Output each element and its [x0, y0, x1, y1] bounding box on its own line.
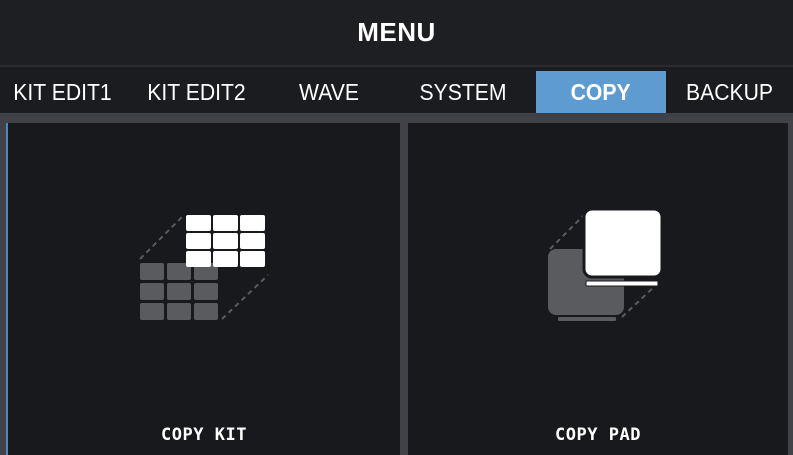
copy-kit-label: COPY KIT [161, 425, 247, 445]
tab-label: KIT EDIT1 [13, 78, 112, 105]
tab-label: KIT EDIT2 [147, 78, 246, 105]
tab-backup[interactable]: BACKUP [671, 71, 788, 113]
copy-pad-button[interactable]: COPY PAD [408, 123, 788, 455]
tab-system[interactable]: SYSTEM [396, 71, 530, 113]
tab-wave[interactable]: WAVE [273, 71, 385, 113]
tab-label: WAVE [299, 78, 359, 105]
page-title: MENU [357, 17, 436, 47]
tab-label: SYSTEM [419, 78, 507, 105]
title-bar: MENU [0, 0, 793, 67]
copy-pad-icon [548, 207, 664, 321]
panel-area: COPY KIT COPY PAD [0, 117, 793, 455]
copy-pad-label: COPY PAD [555, 425, 641, 445]
tab-kit-edit2[interactable]: KIT EDIT2 [131, 71, 263, 113]
tab-label: BACKUP [685, 78, 774, 105]
tab-bar: KIT EDIT1 KIT EDIT2 WAVE SYSTEM COPY BAC… [0, 69, 793, 113]
menu-screen: MENU KIT EDIT1 KIT EDIT2 WAVE SYSTEM COP… [0, 0, 793, 455]
copy-kit-icon [139, 214, 269, 320]
tab-kit-edit1[interactable]: KIT EDIT1 [5, 71, 120, 113]
tab-label: COPY [571, 78, 631, 105]
tab-copy[interactable]: COPY [536, 71, 666, 113]
copy-kit-button[interactable]: COPY KIT [6, 123, 400, 455]
